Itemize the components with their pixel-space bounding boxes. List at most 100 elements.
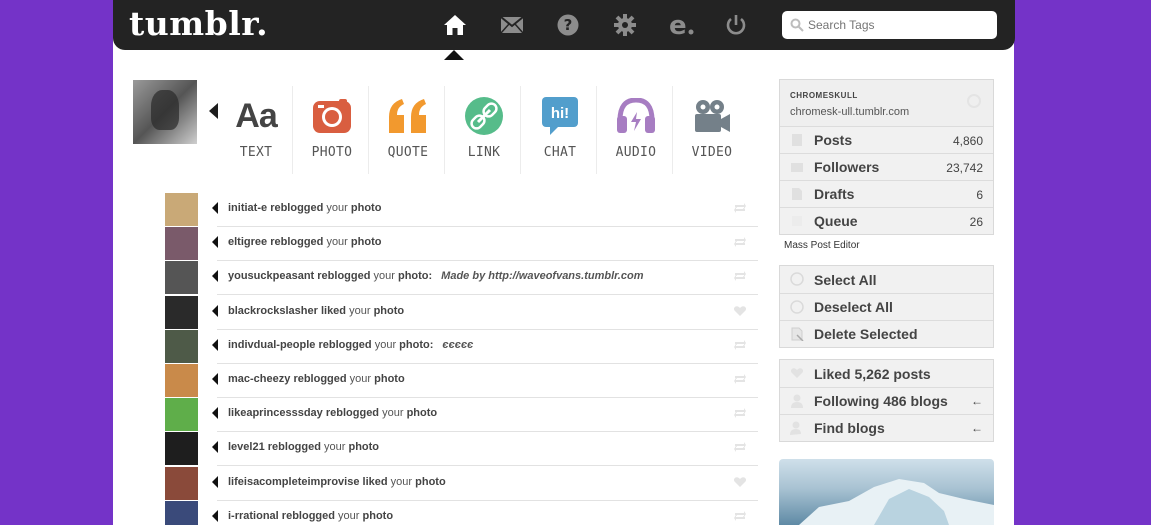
activity-user[interactable]: eltigree: [228, 236, 267, 248]
blog-settings-icon[interactable]: [967, 94, 981, 108]
post-type-label: CHAT: [543, 145, 577, 160]
heart-icon[interactable]: [733, 305, 747, 317]
activity-object[interactable]: photo: [415, 476, 446, 488]
reblog-icon[interactable]: [733, 373, 747, 385]
activity-object[interactable]: photo:: [399, 339, 433, 351]
activity-avatar[interactable]: [165, 500, 198, 525]
reblog-icon[interactable]: [733, 202, 747, 214]
activity-avatar[interactable]: [165, 227, 198, 261]
activity-user[interactable]: i-rrational: [228, 510, 279, 522]
post-type-photo[interactable]: PHOTO: [294, 86, 370, 176]
activity-avatar[interactable]: [165, 295, 198, 329]
reblog-icon[interactable]: [733, 407, 747, 419]
activity-avatar[interactable]: [165, 398, 198, 432]
activity-object[interactable]: photo: [348, 441, 379, 453]
activity-user[interactable]: level21: [228, 441, 265, 453]
activity-user[interactable]: initiat-e: [228, 202, 267, 214]
activity-avatar[interactable]: [165, 466, 198, 500]
activity-object[interactable]: photo: [351, 236, 382, 248]
activity-avatar[interactable]: [165, 432, 198, 466]
audio-icon: [617, 98, 655, 133]
reblog-icon[interactable]: [733, 236, 747, 248]
settings-icon[interactable]: [612, 13, 638, 37]
reblog-icon[interactable]: [733, 441, 747, 453]
activity-text: yousuckpeasant reblogged your photo: Made…: [228, 270, 644, 282]
activity-row[interactable]: level21 reblogged your photo: [165, 432, 758, 467]
activity-avatar[interactable]: [165, 261, 198, 295]
stat-posts[interactable]: Posts 4,860: [780, 126, 993, 153]
activity-user[interactable]: blackrockslasher: [228, 305, 318, 317]
activity-row[interactable]: i-rrational reblogged your photo: [165, 500, 758, 525]
liked-posts-link[interactable]: Liked 5,262 posts: [780, 360, 993, 387]
post-type-link[interactable]: LINK: [446, 86, 522, 176]
pointer-icon: [212, 441, 218, 454]
activity-row[interactable]: eltigree reblogged your photo: [165, 227, 758, 262]
activity-user[interactable]: mac-cheezy: [228, 373, 290, 385]
inbox-icon[interactable]: [499, 13, 525, 37]
explore-icon[interactable]: e: [669, 13, 695, 37]
activity-row[interactable]: initiat-e reblogged your photo: [165, 193, 758, 227]
activity-user[interactable]: yousuckpeasant: [228, 270, 314, 282]
post-type-video[interactable]: VIDEO: [674, 86, 750, 176]
reblog-icon[interactable]: [733, 510, 747, 522]
activity-user[interactable]: likeaprincesssday: [228, 407, 323, 419]
activity-object[interactable]: photo: [374, 373, 405, 385]
activity-row[interactable]: yousuckpeasant reblogged your photo: Made…: [165, 261, 758, 296]
activity-row[interactable]: blackrockslasher liked your photo: [165, 295, 758, 330]
activity-user[interactable]: indivdual-people: [228, 339, 315, 351]
stat-drafts[interactable]: Drafts 6: [780, 180, 993, 207]
blog-stats-panel: chromeskull chromesk-ull.tumblr.com Post…: [779, 79, 994, 235]
divider: [292, 86, 293, 174]
blog-header[interactable]: chromeskull chromesk-ull.tumblr.com: [780, 80, 993, 126]
heart-icon[interactable]: [733, 476, 747, 488]
activity-avatar[interactable]: [165, 329, 198, 363]
activity-your: your: [326, 236, 348, 249]
pointer-icon: [212, 407, 218, 420]
search-input[interactable]: [782, 11, 997, 39]
post-type-label: VIDEO: [691, 145, 733, 160]
delete-selected-button[interactable]: Delete Selected: [780, 320, 993, 347]
user-avatar[interactable]: [133, 80, 197, 144]
stat-queue[interactable]: Queue 26: [780, 207, 993, 234]
activity-row[interactable]: likeaprincesssday reblogged your photo: [165, 398, 758, 433]
help-icon[interactable]: ?: [555, 13, 581, 37]
activity-user[interactable]: lifeisacompleteimprovise: [228, 476, 359, 488]
activity-your: your: [373, 270, 395, 283]
tumblr-logo[interactable]: tumblr.: [129, 4, 268, 43]
activity-object[interactable]: photo: [351, 202, 382, 214]
activity-your: your: [374, 338, 397, 351]
sidebar-ad-image[interactable]: [779, 459, 994, 525]
deselect-all-button[interactable]: Deselect All: [780, 293, 993, 320]
select-all-button[interactable]: Select All: [780, 266, 993, 293]
divider: [368, 86, 369, 174]
logout-icon[interactable]: [723, 13, 749, 37]
post-type-quote[interactable]: QUOTE: [370, 86, 446, 176]
mass-actions-panel: Select All Deselect All Delete Selected: [779, 265, 994, 348]
following-link[interactable]: Following 486 blogs ←: [780, 387, 993, 414]
reblog-icon[interactable]: [733, 270, 747, 282]
activity-object[interactable]: photo:: [398, 270, 432, 282]
activity-row[interactable]: lifeisacompleteimprovise liked your phot…: [165, 466, 758, 501]
post-type-audio[interactable]: AUDIO: [598, 86, 674, 176]
action-label: Delete Selected: [814, 326, 918, 342]
post-type-text[interactable]: Aa TEXT: [218, 86, 294, 176]
stat-followers[interactable]: Followers 23,742: [780, 153, 993, 180]
activity-row[interactable]: indivdual-people reblogged your photo: єє…: [165, 329, 758, 364]
activity-object[interactable]: photo: [363, 510, 394, 522]
activity-object[interactable]: photo: [374, 305, 405, 317]
activity-avatar[interactable]: [165, 193, 198, 226]
mass-post-editor-link[interactable]: Mass Post Editor: [784, 240, 860, 251]
activity-action: liked: [362, 475, 388, 488]
activity-row[interactable]: mac-cheezy reblogged your photo: [165, 364, 758, 398]
activity-avatar[interactable]: [165, 364, 198, 397]
home-icon[interactable]: [442, 13, 468, 37]
post-type-label: TEXT: [239, 145, 273, 160]
activity-text: initiat-e reblogged your photo: [228, 202, 381, 214]
active-nav-caret: [444, 50, 464, 60]
activity-object[interactable]: photo: [407, 407, 438, 419]
reblog-icon[interactable]: [733, 339, 747, 351]
activity-your: your: [326, 202, 348, 214]
activity-text: likeaprincesssday reblogged your photo: [228, 407, 437, 419]
find-blogs-link[interactable]: Find blogs ←: [780, 414, 993, 441]
post-type-chat[interactable]: hi! CHAT: [522, 86, 598, 176]
